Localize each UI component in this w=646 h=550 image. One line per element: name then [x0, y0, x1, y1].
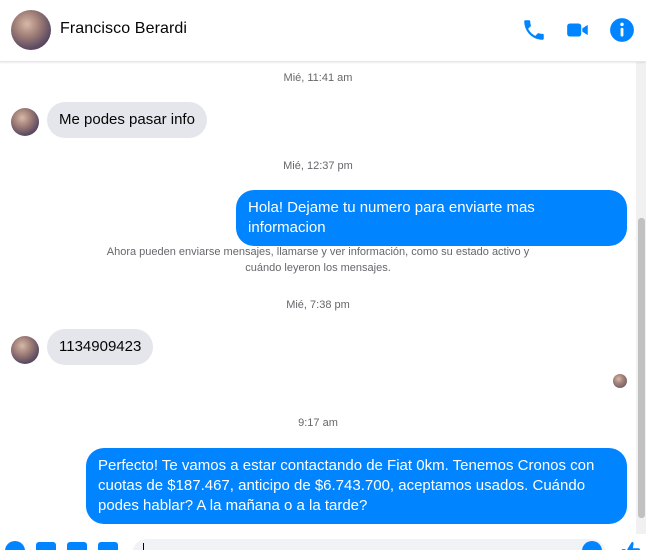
text-cursor [143, 543, 144, 550]
contact-name[interactable]: Francisco Berardi [60, 20, 187, 38]
timestamp: Mié, 11:41 am [283, 72, 353, 84]
incoming-message[interactable]: 1134909423 [47, 329, 154, 365]
thumbs-up-icon[interactable] [620, 540, 642, 550]
message-composer [0, 534, 646, 550]
sticker-icon[interactable] [67, 542, 87, 550]
contact-avatar-small[interactable] [11, 336, 39, 364]
outgoing-message[interactable]: Perfecto! Te vamos a estar contactando d… [86, 448, 627, 524]
incoming-message[interactable]: Me podes pasar info [47, 102, 207, 138]
plus-circle-icon[interactable] [5, 541, 25, 550]
scrollbar-thumb[interactable] [638, 218, 645, 518]
seen-indicator-avatar [613, 374, 627, 388]
info-icon[interactable] [609, 17, 635, 43]
conversation-header: Francisco Berardi [0, 0, 646, 62]
video-camera-icon[interactable] [565, 17, 591, 43]
phone-icon[interactable] [521, 17, 547, 43]
message-thread[interactable]: Mié, 11:41 am Me podes pasar info Mié, 1… [0, 62, 636, 534]
contact-avatar[interactable] [11, 10, 51, 50]
contact-avatar-small[interactable] [11, 108, 39, 136]
outgoing-message[interactable]: Hola! Dejame tu numero para enviarte mas… [236, 190, 627, 246]
connection-notice: Ahora pueden enviarse mensajes, llamarse… [106, 246, 530, 274]
timestamp: Mié, 12:37 pm [283, 160, 353, 172]
gif-icon[interactable] [98, 542, 118, 550]
timestamp: 9:17 am [298, 417, 338, 429]
message-input[interactable] [132, 539, 606, 550]
photo-icon[interactable] [36, 542, 56, 550]
timestamp: Mié, 7:38 pm [286, 299, 350, 311]
